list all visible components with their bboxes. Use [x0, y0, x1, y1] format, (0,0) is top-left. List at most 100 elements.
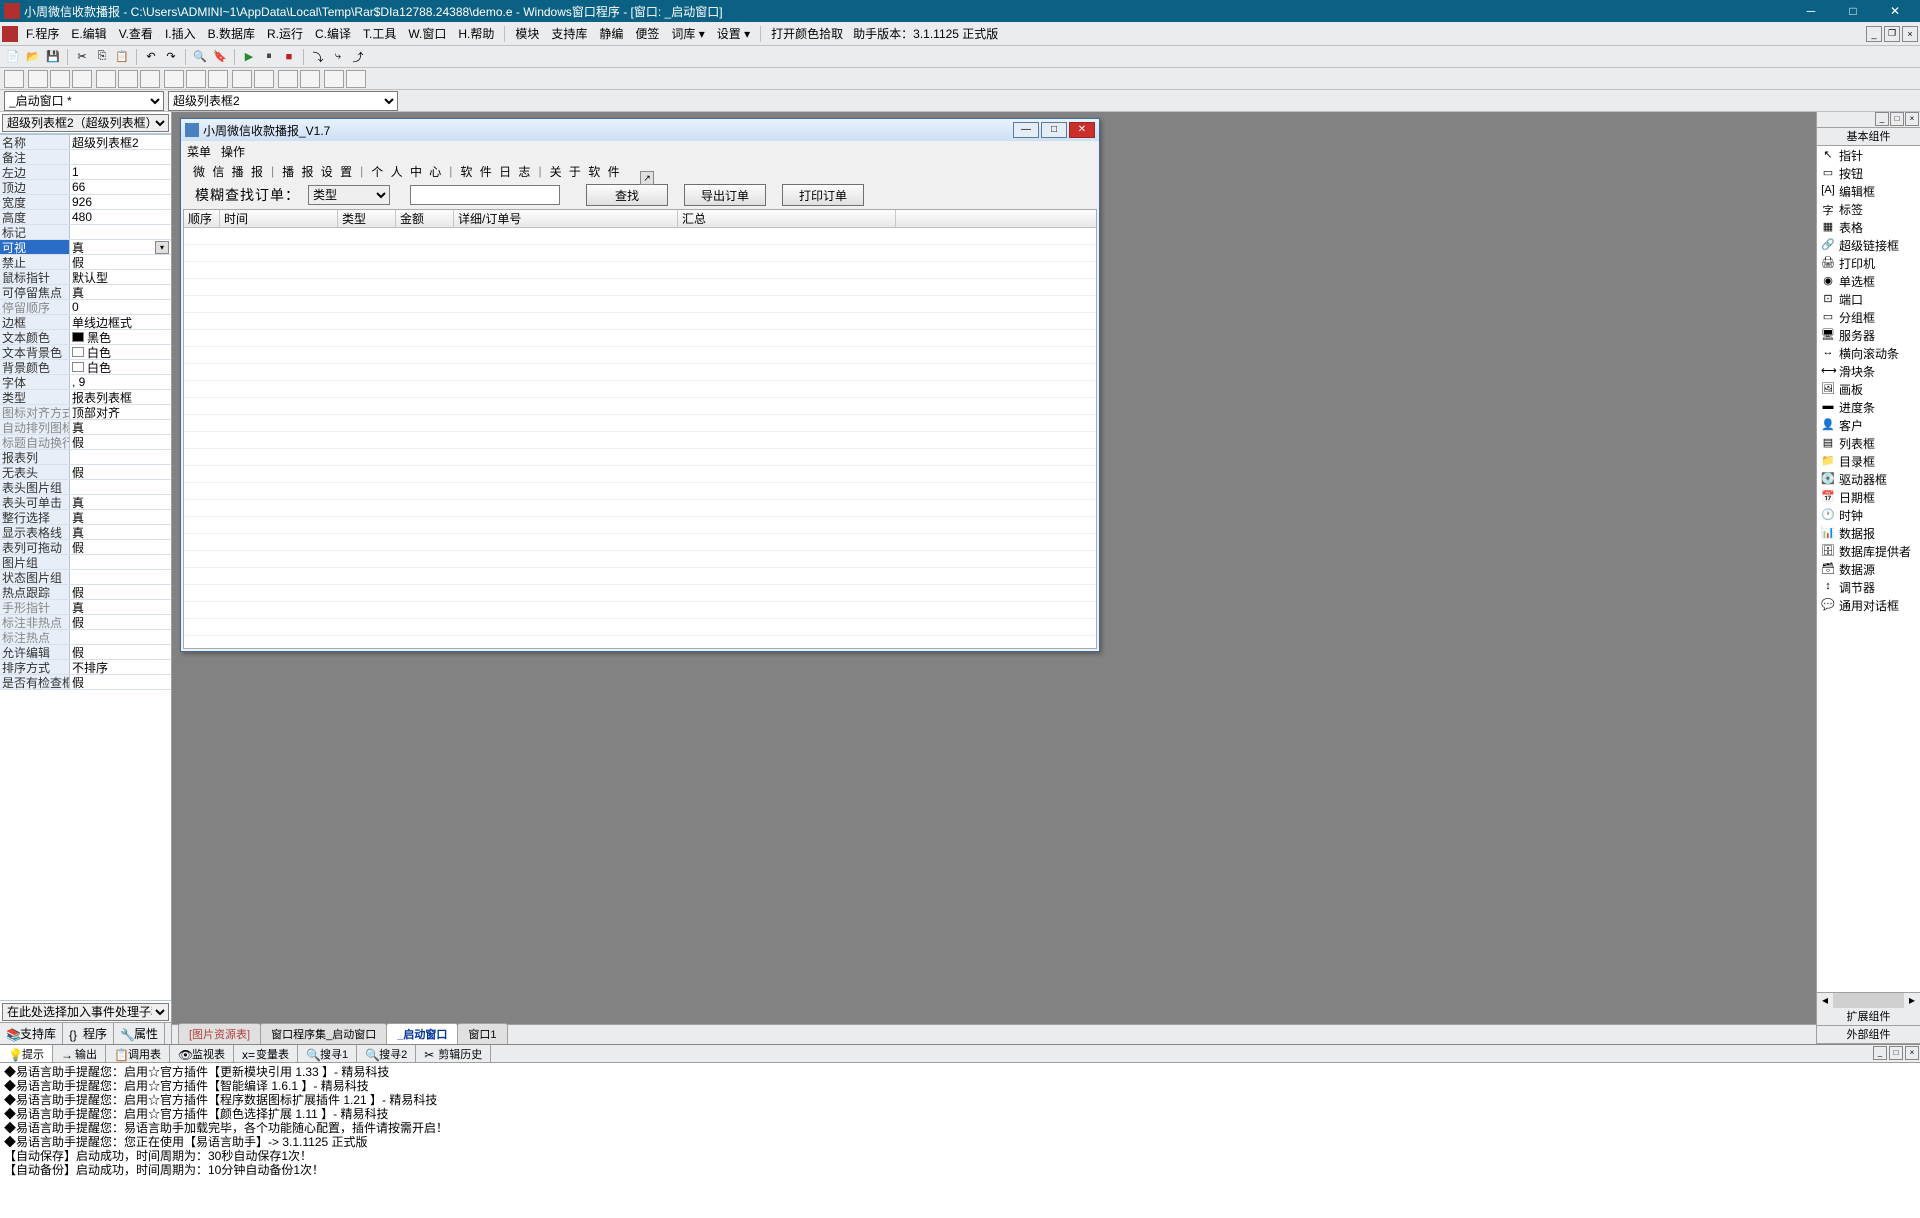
- window-combo[interactable]: _启动窗口 *: [4, 91, 164, 111]
- prop-value[interactable]: 黑色: [70, 330, 171, 344]
- tb-copy-icon[interactable]: ⎘: [93, 48, 111, 66]
- panel-close-icon[interactable]: ×: [1905, 112, 1919, 126]
- prop-row[interactable]: 类型报表列表框: [0, 390, 171, 405]
- tb-bookmark-icon[interactable]: 🔖: [211, 48, 229, 66]
- component-item[interactable]: 🖨打印机: [1817, 254, 1920, 272]
- dock-min-icon[interactable]: _: [1873, 1046, 1887, 1060]
- prop-row[interactable]: 备注: [0, 150, 171, 165]
- menu-item[interactable]: V.查看: [113, 25, 159, 43]
- design-menu-item[interactable]: 菜单: [187, 143, 211, 160]
- minimize-button[interactable]: ─: [1790, 0, 1832, 22]
- prop-value[interactable]: 假: [70, 540, 171, 554]
- mdi-tab[interactable]: 窗口1: [457, 1023, 507, 1044]
- design-tab[interactable]: 个 人 中 心: [365, 163, 449, 180]
- panel-max-icon[interactable]: □: [1890, 112, 1904, 126]
- column-header[interactable]: 顺序: [184, 210, 220, 227]
- tb-stop-icon[interactable]: ■: [280, 48, 298, 66]
- tb-save-icon[interactable]: 💾: [44, 48, 62, 66]
- design-max-button[interactable]: □: [1041, 122, 1067, 138]
- component-item[interactable]: ▭按钮: [1817, 164, 1920, 182]
- prop-value[interactable]: 0: [70, 300, 171, 314]
- prop-row[interactable]: 名称超级列表框2: [0, 135, 171, 150]
- size-height-icon[interactable]: [186, 70, 206, 88]
- close-button[interactable]: ✕: [1874, 0, 1916, 22]
- output-tab[interactable]: x=变量表: [234, 1045, 298, 1062]
- tb-pause-icon[interactable]: ⏸: [260, 48, 278, 66]
- component-item[interactable]: ↔横向滚动条: [1817, 344, 1920, 362]
- scroll-right-icon[interactable]: ▸: [1904, 993, 1920, 1008]
- prop-row[interactable]: 图标对齐方式顶部对齐: [0, 405, 171, 420]
- design-tab[interactable]: 软 件 日 志: [454, 163, 538, 180]
- menu-item[interactable]: 词库 ▾: [665, 25, 710, 43]
- center-h-icon[interactable]: [278, 70, 298, 88]
- component-header-ext[interactable]: 扩展组件: [1817, 1008, 1920, 1026]
- prop-row[interactable]: 状态图片组: [0, 570, 171, 585]
- prop-value[interactable]: 假: [70, 435, 171, 449]
- mdi-tab[interactable]: _启动窗口: [386, 1023, 458, 1044]
- menu-item[interactable]: 静编: [593, 25, 629, 43]
- prop-row[interactable]: 背景颜色白色: [0, 360, 171, 375]
- output-tab[interactable]: 📋调用表: [106, 1045, 170, 1062]
- super-listview[interactable]: 顺序时间类型金额详细/订单号汇总: [183, 209, 1097, 649]
- size-both-icon[interactable]: [208, 70, 228, 88]
- component-item[interactable]: 🗃数据源: [1817, 560, 1920, 578]
- panel-min-icon[interactable]: _: [1875, 112, 1889, 126]
- prop-value[interactable]: 白色: [70, 360, 171, 374]
- design-canvas[interactable]: 小周微信收款播报_V1.7 — □ ✕ 菜单操作 微 信 播 报|播 报 设 置…: [172, 112, 1816, 1024]
- tb-cut-icon[interactable]: ✂: [73, 48, 91, 66]
- prop-value[interactable]: 假: [70, 645, 171, 659]
- prop-row[interactable]: 是否有检查框假: [0, 675, 171, 690]
- prop-value[interactable]: 默认型: [70, 270, 171, 284]
- prop-row[interactable]: 禁止假: [0, 255, 171, 270]
- search-input[interactable]: [410, 185, 560, 205]
- menu-item[interactable]: C.编译: [309, 25, 357, 43]
- tb-run-icon[interactable]: ▶: [240, 48, 258, 66]
- component-item[interactable]: 字标签: [1817, 200, 1920, 218]
- prop-row[interactable]: 排序方式不排序: [0, 660, 171, 675]
- component-item[interactable]: 💽驱动器框: [1817, 470, 1920, 488]
- design-min-button[interactable]: —: [1013, 122, 1039, 138]
- prop-value[interactable]: 假: [70, 585, 171, 599]
- component-item[interactable]: 📅日期框: [1817, 488, 1920, 506]
- left-tab[interactable]: 📚支持库: [0, 1023, 63, 1044]
- align-left-icon[interactable]: [28, 70, 48, 88]
- maximize-button[interactable]: □: [1832, 0, 1874, 22]
- menu-item[interactable]: F.程序: [20, 25, 65, 43]
- prop-value[interactable]: 白色: [70, 345, 171, 359]
- prop-value[interactable]: 报表列表框: [70, 390, 171, 404]
- prop-value[interactable]: 真: [70, 420, 171, 434]
- prop-row[interactable]: 自动排列图标真: [0, 420, 171, 435]
- prop-row[interactable]: 鼠标指针默认型: [0, 270, 171, 285]
- menu-item[interactable]: I.插入: [159, 25, 202, 43]
- prop-row[interactable]: 宽度926: [0, 195, 171, 210]
- export-button[interactable]: 导出订单: [684, 184, 766, 206]
- tb-stepover-icon[interactable]: ⤵: [309, 48, 327, 66]
- prop-value[interactable]: 假: [70, 255, 171, 269]
- prop-value[interactable]: 超级列表框2: [70, 135, 171, 149]
- lock-icon[interactable]: [324, 70, 344, 88]
- prop-row[interactable]: 可停留焦点真: [0, 285, 171, 300]
- component-item[interactable]: ↕调节器: [1817, 578, 1920, 596]
- prop-value[interactable]: 假: [70, 615, 171, 629]
- mdi-restore-icon[interactable]: ❐: [1884, 26, 1900, 42]
- component-item[interactable]: ⊡端口: [1817, 290, 1920, 308]
- column-header[interactable]: 金额: [396, 210, 454, 227]
- scroll-left-icon[interactable]: ◂: [1817, 993, 1833, 1008]
- menu-item[interactable]: 设置 ▾: [711, 25, 756, 43]
- menu-item[interactable]: W.窗口: [402, 25, 452, 43]
- component-hscroll[interactable]: ◂▸: [1817, 992, 1920, 1008]
- prop-row[interactable]: 热点跟踪假: [0, 585, 171, 600]
- search-type-select[interactable]: 类型: [308, 185, 390, 205]
- align-bot-icon[interactable]: [140, 70, 160, 88]
- prop-row[interactable]: 左边1: [0, 165, 171, 180]
- design-menu-item[interactable]: 操作: [221, 143, 245, 160]
- prop-row[interactable]: 文本颜色黑色: [0, 330, 171, 345]
- prop-value[interactable]: [70, 630, 171, 644]
- align-right-icon[interactable]: [72, 70, 92, 88]
- tb-undo-icon[interactable]: ↶: [142, 48, 160, 66]
- prop-value[interactable]: [70, 570, 171, 584]
- prop-value[interactable]: 真: [70, 510, 171, 524]
- output-tab[interactable]: 🔍搜寻2: [357, 1045, 416, 1062]
- prop-row[interactable]: 停留顺序0: [0, 300, 171, 315]
- prop-row[interactable]: 可视真▾: [0, 240, 171, 255]
